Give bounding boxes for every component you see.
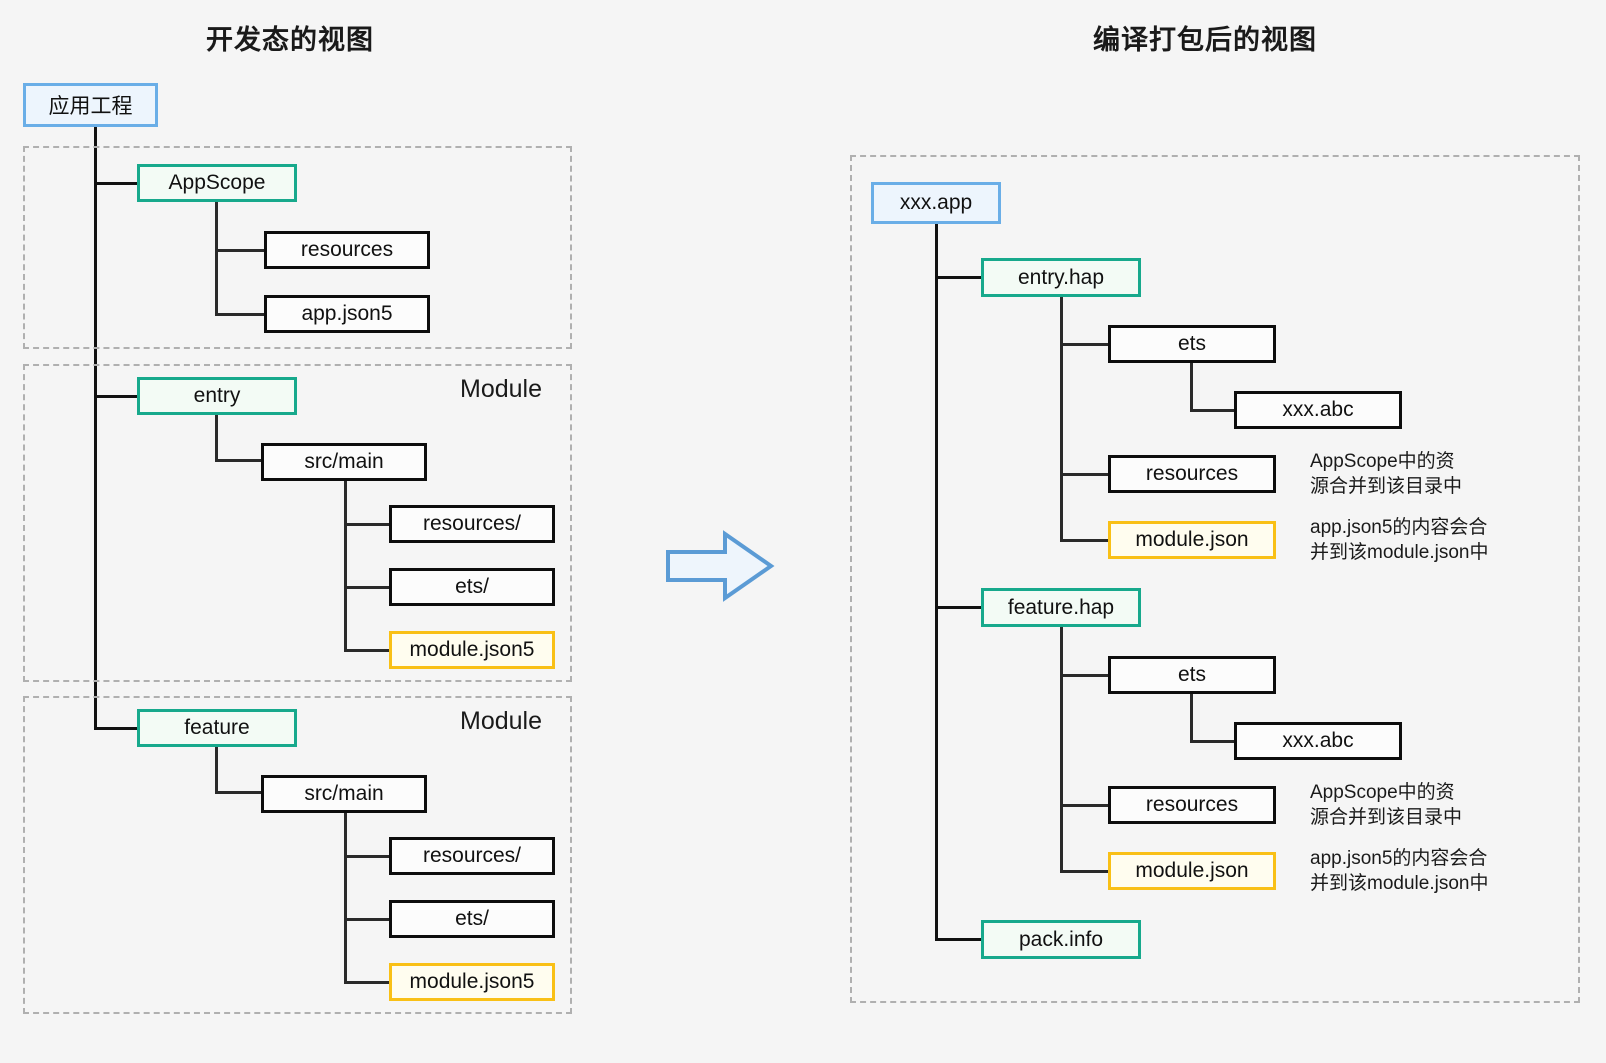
node-entry-srcmain[interactable]: src/main bbox=[261, 443, 427, 481]
node-label: resources bbox=[1145, 793, 1239, 816]
right-panel-title: 编译打包后的视图 bbox=[1093, 25, 1317, 55]
node-entry-xxx-abc[interactable]: xxx.abc bbox=[1234, 391, 1402, 429]
connector-to-feature-hap-ets bbox=[1060, 674, 1110, 677]
connector-to-appscope bbox=[94, 182, 140, 185]
node-entry-hap-resources[interactable]: resources bbox=[1108, 455, 1276, 493]
node-label: resources bbox=[1145, 462, 1239, 485]
connector-entry-hap-trunk bbox=[1060, 297, 1063, 542]
annotation-entry-resources: AppScope中的资 源合并到该目录中 bbox=[1310, 451, 1463, 497]
node-app-json5[interactable]: app.json5 bbox=[264, 295, 430, 333]
node-entry-hap-module-json[interactable]: module.json bbox=[1108, 521, 1276, 559]
connector-to-feature-hap-modulejson bbox=[1060, 870, 1110, 873]
node-entry-hap-ets[interactable]: ets bbox=[1108, 325, 1276, 363]
annotation-feature-modulejson: app.json5的内容会合 并到该module.json中 bbox=[1310, 848, 1489, 894]
connector-feature-hap-trunk bbox=[1060, 627, 1063, 873]
connector-to-entry-ets bbox=[344, 586, 392, 589]
connector-to-feature-modulejson5 bbox=[344, 981, 392, 984]
connector-to-feature-hap bbox=[935, 606, 985, 609]
node-feature-ets[interactable]: ets/ bbox=[389, 900, 555, 938]
connector-feature-trunk bbox=[215, 747, 218, 793]
connector-to-feature-xxx-abc bbox=[1190, 740, 1240, 743]
connector-to-app-json5 bbox=[215, 313, 267, 316]
connector-to-feature-resources bbox=[344, 855, 392, 858]
node-feature-hap-ets[interactable]: ets bbox=[1108, 656, 1276, 694]
connector-entry-ets-trunk bbox=[1190, 363, 1193, 410]
node-label: xxx.abc bbox=[1282, 398, 1354, 421]
node-entry-resources[interactable]: resources/ bbox=[389, 505, 555, 543]
connector-to-feature-hap-resources bbox=[1060, 804, 1110, 807]
node-xxx-app[interactable]: xxx.app bbox=[871, 182, 1001, 224]
node-feature[interactable]: feature bbox=[137, 709, 297, 747]
connector-feature-srcmain-trunk bbox=[344, 813, 347, 983]
node-app-project[interactable]: 应用工程 bbox=[23, 83, 158, 127]
node-label: xxx.app bbox=[899, 191, 973, 214]
group-label-module-feature: Module bbox=[460, 707, 542, 735]
group-label-module-entry: Module bbox=[460, 375, 542, 403]
node-label: 应用工程 bbox=[48, 95, 133, 118]
connector-appscope-trunk bbox=[215, 202, 218, 315]
node-feature-module-json5[interactable]: module.json5 bbox=[389, 963, 555, 1001]
node-feature-xxx-abc[interactable]: xxx.abc bbox=[1234, 722, 1402, 760]
connector-to-feature bbox=[94, 727, 140, 730]
node-label: AppScope bbox=[168, 171, 266, 194]
node-feature-hap-resources[interactable]: resources bbox=[1108, 786, 1276, 824]
node-appscope-resources[interactable]: resources bbox=[264, 231, 430, 269]
node-label: ets bbox=[1177, 332, 1206, 355]
node-label: resources/ bbox=[422, 844, 522, 867]
node-label: module.json bbox=[1135, 859, 1249, 882]
node-entry-hap[interactable]: entry.hap bbox=[981, 258, 1141, 297]
node-label: ets/ bbox=[455, 907, 489, 930]
node-label: feature.hap bbox=[1007, 595, 1115, 619]
node-label: module.json bbox=[1135, 528, 1249, 551]
connector-to-entry-modulejson5 bbox=[344, 649, 392, 652]
connector-to-appscope-resources bbox=[215, 249, 267, 252]
connector-to-feature-ets bbox=[344, 918, 392, 921]
connector-feature-ets-trunk bbox=[1190, 694, 1193, 741]
right-arrow-icon bbox=[666, 530, 775, 602]
connector-to-feature-srcmain bbox=[215, 791, 267, 794]
node-pack-info[interactable]: pack.info bbox=[981, 920, 1141, 959]
node-feature-hap[interactable]: feature.hap bbox=[981, 588, 1141, 627]
node-label: module.json5 bbox=[409, 638, 535, 661]
annotation-feature-resources: AppScope中的资 源合并到该目录中 bbox=[1310, 782, 1463, 828]
connector-to-pack-info bbox=[935, 938, 985, 941]
connector-to-entry-resources bbox=[344, 523, 392, 526]
connector-to-entry-srcmain bbox=[215, 459, 267, 462]
node-label: resources bbox=[300, 238, 394, 261]
node-feature-hap-module-json[interactable]: module.json bbox=[1108, 852, 1276, 890]
node-label: src/main bbox=[304, 450, 384, 473]
node-label: resources/ bbox=[422, 512, 522, 535]
node-label: entry bbox=[193, 384, 241, 407]
node-label: ets/ bbox=[455, 575, 489, 598]
node-label: app.json5 bbox=[301, 302, 393, 325]
annotation-entry-modulejson: app.json5的内容会合 并到该module.json中 bbox=[1310, 517, 1489, 563]
diagram-canvas: 开发态的视图 应用工程 AppScope resources app.json5… bbox=[0, 0, 1606, 1063]
node-label: entry.hap bbox=[1018, 265, 1104, 289]
node-label: ets bbox=[1177, 663, 1206, 686]
node-entry-ets[interactable]: ets/ bbox=[389, 568, 555, 606]
connector-to-entry-hap-modulejson bbox=[1060, 539, 1110, 542]
left-panel-title: 开发态的视图 bbox=[206, 25, 374, 55]
connector-to-entry-hap bbox=[935, 276, 985, 279]
node-feature-resources[interactable]: resources/ bbox=[389, 837, 555, 875]
node-label: src/main bbox=[304, 782, 384, 805]
connector-to-entry-hap-ets bbox=[1060, 343, 1110, 346]
connector-to-entry-xxx-abc bbox=[1190, 409, 1240, 412]
node-feature-srcmain[interactable]: src/main bbox=[261, 775, 427, 813]
node-label: pack.info bbox=[1018, 927, 1104, 951]
node-label: module.json5 bbox=[409, 970, 535, 993]
connector-entry-srcmain-trunk bbox=[344, 481, 347, 651]
node-label: xxx.abc bbox=[1282, 729, 1354, 752]
connector-to-entry bbox=[94, 395, 140, 398]
connector-to-entry-hap-resources bbox=[1060, 473, 1110, 476]
connector-right-trunk bbox=[935, 224, 938, 941]
node-label: feature bbox=[184, 716, 250, 739]
connector-entry-trunk bbox=[215, 415, 218, 461]
node-appscope[interactable]: AppScope bbox=[137, 164, 297, 202]
node-entry[interactable]: entry bbox=[137, 377, 297, 415]
node-entry-module-json5[interactable]: module.json5 bbox=[389, 631, 555, 669]
